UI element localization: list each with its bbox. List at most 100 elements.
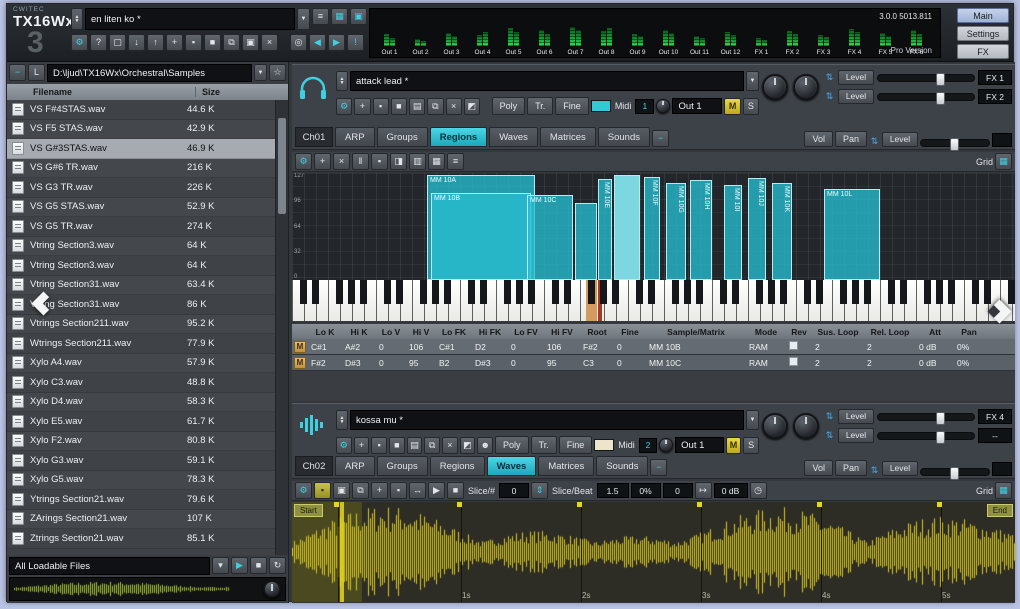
marker-button[interactable]: ▣ — [333, 482, 350, 499]
copy-button[interactable]: ⧉ — [427, 97, 444, 115]
send-level-slider[interactable] — [877, 72, 975, 86]
load-button[interactable]: ↑ — [147, 34, 164, 51]
cell-mode[interactable]: RAM — [746, 358, 786, 368]
region-column-header[interactable]: Lo FV — [508, 327, 544, 337]
region-block[interactable]: MM 10L — [824, 189, 880, 280]
Wtrings Section211.wav[interactable]: Wtrings Section211.wav 77.9 K — [7, 334, 275, 354]
poly-button[interactable]: Poly — [491, 97, 526, 115]
reverse-checkbox[interactable] — [789, 357, 798, 366]
delete-button[interactable]: × — [445, 97, 462, 115]
record-button[interactable]: ◎ — [290, 34, 307, 51]
region-column-header[interactable]: Hi K — [342, 327, 376, 337]
copy-button[interactable]: ⧉ — [352, 482, 369, 499]
pan-button[interactable]: Pan — [834, 460, 867, 476]
slice-stepper-button[interactable]: ⇕ — [531, 482, 549, 499]
cell-fine[interactable]: 0 — [614, 342, 646, 352]
delete-button[interactable]: × — [261, 34, 278, 51]
cell-hi-key[interactable]: A#2 — [342, 342, 376, 352]
region-column-header[interactable]: Sample/Matrix — [646, 327, 746, 337]
region-column-header[interactable]: Fine — [614, 327, 646, 337]
slice-markers[interactable] — [292, 502, 1015, 507]
output-selector[interactable]: Out 1 — [672, 98, 723, 114]
cell-sample[interactable]: MM 10C — [646, 358, 746, 368]
cell-hi-vel[interactable]: 106 — [406, 342, 436, 352]
channel-level-slider[interactable] — [920, 467, 990, 480]
cell-lo-vel[interactable]: 0 — [376, 342, 406, 352]
group-pan-knob[interactable] — [793, 74, 819, 100]
tab-groups[interactable]: Groups — [376, 456, 428, 476]
cell-lo-fade-vel[interactable]: 0 — [508, 358, 544, 368]
slice-tool-button[interactable]: ▪ — [314, 482, 331, 499]
region-column-header[interactable]: Sus. Loop — [812, 327, 864, 337]
grid-toggle-button[interactable]: ▦ — [995, 482, 1012, 499]
user-button[interactable]: ☻ — [477, 436, 494, 454]
channel-tab[interactable]: Ch02 — [295, 456, 333, 476]
region-column-header[interactable]: Att — [916, 327, 954, 337]
add-button[interactable]: + — [354, 97, 371, 115]
column-filename[interactable]: Filename — [7, 87, 196, 97]
scrollbar-thumb[interactable] — [278, 118, 286, 214]
region-table-row[interactable]: M F#2 D#3 0 95 B2 D#3 0 95 C3 0 MM 10C R… — [292, 355, 1015, 371]
tab-sounds[interactable]: Sounds — [597, 127, 651, 147]
Ztrings Section21.wav[interactable]: Ztrings Section21.wav 85.1 K — [7, 529, 275, 549]
tab-matrices[interactable]: Matrices — [538, 456, 595, 476]
cell-root[interactable]: F#2 — [580, 342, 614, 352]
region-column-header[interactable]: Lo K — [308, 327, 342, 337]
path-selector[interactable]: D:\ljud\TX16Wx\Orchestral\Samples — [47, 64, 252, 82]
black-keys[interactable] — [292, 280, 1015, 304]
tab-regions[interactable]: Regions — [429, 456, 485, 476]
group-color-swatch[interactable] — [594, 439, 615, 451]
updown-icon[interactable]: ⇅ — [824, 430, 835, 441]
region-gear-button[interactable]: ⚙ — [295, 153, 312, 170]
cell-hi-fade-vel[interactable]: 106 — [544, 342, 580, 352]
cell-hi-vel[interactable]: 95 — [406, 358, 436, 368]
nav-fx-button[interactable]: FX — [957, 44, 1009, 59]
delete-button[interactable]: × — [442, 436, 458, 454]
region-block[interactable]: MM 10B — [431, 193, 531, 280]
cell-lo-key[interactable]: C#1 — [308, 342, 342, 352]
mute-button[interactable]: M — [724, 97, 741, 115]
pause-button[interactable]: ‖ — [352, 153, 369, 170]
cell-hi-fade-key[interactable]: D2 — [472, 342, 508, 352]
cell-lo-fade-key[interactable]: B2 — [436, 358, 472, 368]
region-column-header[interactable]: Hi V — [406, 327, 436, 337]
advance-button[interactable]: ↦ — [694, 482, 712, 499]
stop-button[interactable]: ▪ — [372, 97, 389, 115]
region-block[interactable]: MM 10I — [724, 185, 742, 280]
tab-arp[interactable]: ARP — [335, 127, 375, 147]
fit-button[interactable]: ↔ — [409, 482, 426, 499]
column-size[interactable]: Size — [196, 87, 288, 97]
waveform-display[interactable]: Start End 1s 2s 3s 4s 5s — [292, 502, 1015, 602]
play-cursor[interactable] — [340, 502, 344, 602]
cell-rel-loop[interactable]: 2 — [864, 342, 916, 352]
layout-button[interactable]: ▦ — [331, 8, 348, 25]
region-column-header[interactable]: Root — [580, 327, 614, 337]
fine-tune-button[interactable]: Fine — [555, 97, 589, 115]
group-tune-knob[interactable] — [762, 413, 788, 439]
VS G5 TR.wav[interactable]: VS G5 TR.wav 274 K — [7, 217, 275, 237]
editor-button[interactable]: ▢ — [109, 34, 126, 51]
cell-mode[interactable]: RAM — [746, 342, 786, 352]
cell-lo-fade-vel[interactable]: 0 — [508, 342, 544, 352]
Xylo C3.wav[interactable]: Xylo C3.wav 48.8 K — [7, 373, 275, 393]
preview-loop-button[interactable]: ↻ — [269, 557, 286, 574]
vol-button[interactable]: Vol — [804, 131, 833, 147]
reverse-checkbox[interactable] — [789, 341, 798, 350]
zoom-out-button[interactable]: ▪ — [390, 482, 407, 499]
window-button[interactable]: ▣ — [350, 8, 367, 25]
slice-beat-value[interactable]: 1.5 — [596, 483, 629, 498]
solo-stop-button[interactable]: ■ — [389, 436, 405, 454]
VS F#4STAS.wav[interactable]: VS F#4STAS.wav 44.6 K — [7, 100, 275, 120]
tab-waves[interactable]: Waves — [486, 456, 537, 476]
send-fx-target[interactable]: FX 1 — [978, 70, 1012, 85]
VS F5 STAS.wav[interactable]: VS F5 STAS.wav 42.9 K — [7, 119, 275, 139]
Xylo G5.wav[interactable]: Xylo G5.wav 78.3 K — [7, 470, 275, 490]
patch-selector[interactable]: en liten ko * — [85, 8, 295, 30]
midi-channel-value[interactable]: 1 — [635, 98, 655, 114]
region-column-header[interactable]: Lo V — [376, 327, 406, 337]
region-block[interactable]: MM 10G — [666, 183, 686, 280]
delete-region-button[interactable]: × — [333, 153, 350, 170]
region-table-row[interactable]: M C#1 A#2 0 106 C#1 D2 0 106 F#2 0 MM 10… — [292, 339, 1015, 355]
vol-button[interactable]: Vol — [804, 460, 833, 476]
list-view-button[interactable]: ≡ — [447, 153, 464, 170]
